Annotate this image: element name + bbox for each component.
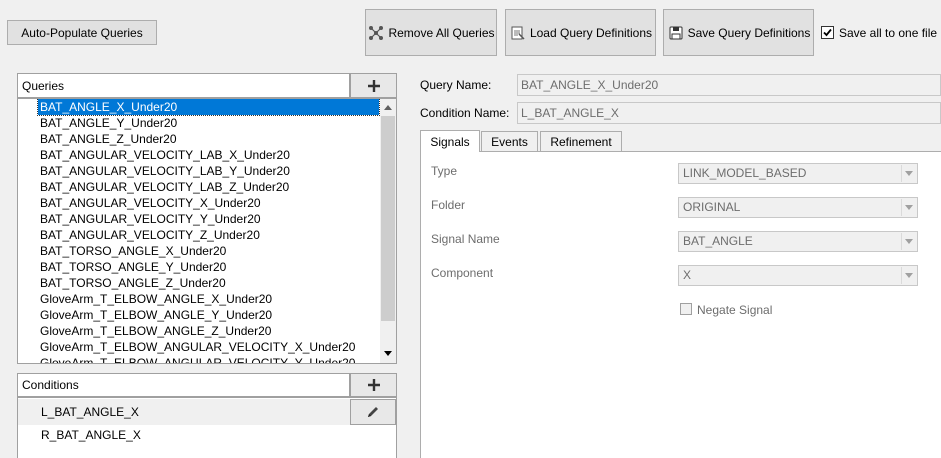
tab-refinement-label: Refinement <box>550 135 612 149</box>
query-item[interactable]: BAT_ANGULAR_VELOCITY_LAB_Z_Under20 <box>38 179 289 195</box>
query-item[interactable]: GloveArm_T_ELBOW_ANGULAR_VELOCITY_X_Unde… <box>38 339 355 355</box>
plus-icon <box>367 79 380 92</box>
condition-name-label: Condition Name: <box>420 106 510 120</box>
component-select[interactable]: X <box>678 265 918 286</box>
folder-label: Folder <box>431 198 466 212</box>
query-item[interactable]: GloveArm_T_ELBOW_ANGLE_Y_Under20 <box>38 307 272 323</box>
checkmark-icon <box>823 28 832 37</box>
type-select[interactable]: LINK_MODEL_BASED <box>678 163 918 184</box>
save-disk-icon <box>667 24 685 42</box>
queries-scrollbar[interactable] <box>380 99 396 363</box>
query-item[interactable]: BAT_TORSO_ANGLE_Y_Under20 <box>38 259 226 275</box>
save-query-definitions-button[interactable]: Save Query Definitions <box>663 9 814 56</box>
queries-list[interactable]: BAT_ANGLE_X_Under20 BAT_ANGLE_Y_Under20 BA… <box>17 98 397 364</box>
auto-populate-queries-button[interactable]: Auto-Populate Queries <box>7 20 157 45</box>
query-name-field[interactable]: BAT_ANGLE_X_Under20 <box>517 74 941 96</box>
query-item[interactable]: BAT_ANGLE_X_Under20 <box>37 99 380 116</box>
query-item[interactable]: BAT_ANGULAR_VELOCITY_Z_Under20 <box>38 227 260 243</box>
tab-signals-label: Signals <box>430 134 470 149</box>
condition-item-0[interactable]: L_BAT_ANGLE_X <box>39 404 139 420</box>
conditions-header-label: Conditions <box>22 378 79 392</box>
query-name-label: Query Name: <box>420 78 492 92</box>
type-label: Type <box>431 164 458 178</box>
query-item[interactable]: BAT_TORSO_ANGLE_X_Under20 <box>38 243 226 259</box>
folder-select-value: ORIGINAL <box>683 200 741 214</box>
remove-all-queries-label: Remove All Queries <box>388 25 495 40</box>
save-all-one-file-label: Save all to one file <box>839 26 938 40</box>
chevron-down-icon <box>901 199 916 216</box>
remove-network-icon <box>367 24 385 42</box>
chevron-down-icon <box>901 165 916 182</box>
queries-scroll-up[interactable] <box>380 99 396 116</box>
pencil-icon <box>368 407 378 417</box>
add-condition-button[interactable] <box>350 373 397 397</box>
query-item[interactable]: BAT_ANGLE_Z_Under20 <box>38 131 177 147</box>
query-item[interactable]: BAT_ANGULAR_VELOCITY_X_Under20 <box>38 195 261 211</box>
chevron-down-icon <box>901 267 916 284</box>
conditions-list[interactable]: L_BAT_ANGLE_X R_BAT_ANGLE_X <box>17 397 397 458</box>
queries-scroll-thumb[interactable] <box>381 116 395 321</box>
remove-all-queries-button[interactable]: Remove All Queries <box>365 9 497 56</box>
queries-header-label: Queries <box>22 78 65 93</box>
query-item[interactable]: GloveArm_T_ELBOW_ANGLE_X_Under20 <box>38 291 272 307</box>
add-query-button[interactable] <box>350 73 397 98</box>
type-select-value: LINK_MODEL_BASED <box>683 166 807 180</box>
chevron-down-icon <box>901 233 916 250</box>
queries-header: Queries <box>17 73 350 98</box>
component-select-value: X <box>683 268 692 282</box>
auto-populate-queries-label: Auto-Populate Queries <box>21 25 143 40</box>
negate-signal-checkbox[interactable] <box>680 303 692 315</box>
load-query-definitions-label: Load Query Definitions <box>529 25 653 40</box>
signal-name-label: Signal Name <box>431 232 500 246</box>
plus-icon <box>367 379 380 391</box>
query-item[interactable]: BAT_ANGULAR_VELOCITY_Y_Under20 <box>38 211 261 227</box>
scroll-down-arrow-icon <box>384 351 392 356</box>
open-file-icon <box>509 24 527 42</box>
edit-condition-button[interactable] <box>350 399 396 425</box>
folder-select[interactable]: ORIGINAL <box>678 197 918 218</box>
tab-refinement[interactable]: Refinement <box>540 131 622 152</box>
condition-name-field[interactable]: L_BAT_ANGLE_X <box>517 102 941 124</box>
conditions-header: Conditions <box>17 373 350 397</box>
component-label: Component <box>431 266 494 280</box>
scroll-up-arrow-icon <box>384 105 392 110</box>
signal-name-select[interactable]: BAT_ANGLE <box>678 231 918 252</box>
query-item[interactable]: BAT_ANGULAR_VELOCITY_LAB_Y_Under20 <box>38 163 290 179</box>
query-item[interactable]: BAT_ANGULAR_VELOCITY_LAB_X_Under20 <box>38 147 290 163</box>
tab-signals[interactable]: Signals <box>420 130 480 152</box>
condition-item-1[interactable]: R_BAT_ANGLE_X <box>39 427 141 443</box>
query-item[interactable]: BAT_TORSO_ANGLE_Z_Under20 <box>38 275 226 291</box>
signal-name-select-value: BAT_ANGLE <box>683 234 753 248</box>
negate-signal-label: Negate Signal <box>697 303 773 317</box>
tab-events[interactable]: Events <box>481 131 538 152</box>
queries-scroll-down[interactable] <box>380 345 396 362</box>
load-query-definitions-button[interactable]: Load Query Definitions <box>505 9 656 56</box>
save-query-definitions-label: Save Query Definitions <box>687 25 811 40</box>
query-item[interactable]: GloveArm_T_ELBOW_ANGLE_Z_Under20 <box>38 323 271 339</box>
query-item[interactable]: BAT_ANGLE_Y_Under20 <box>38 115 177 131</box>
query-item[interactable]: GloveArm_T_ELBOW_ANGULAR_VELOCITY_Y_Unde… <box>38 355 355 363</box>
save-all-one-file-checkbox[interactable] <box>821 26 834 39</box>
tab-events-label: Events <box>491 135 528 149</box>
